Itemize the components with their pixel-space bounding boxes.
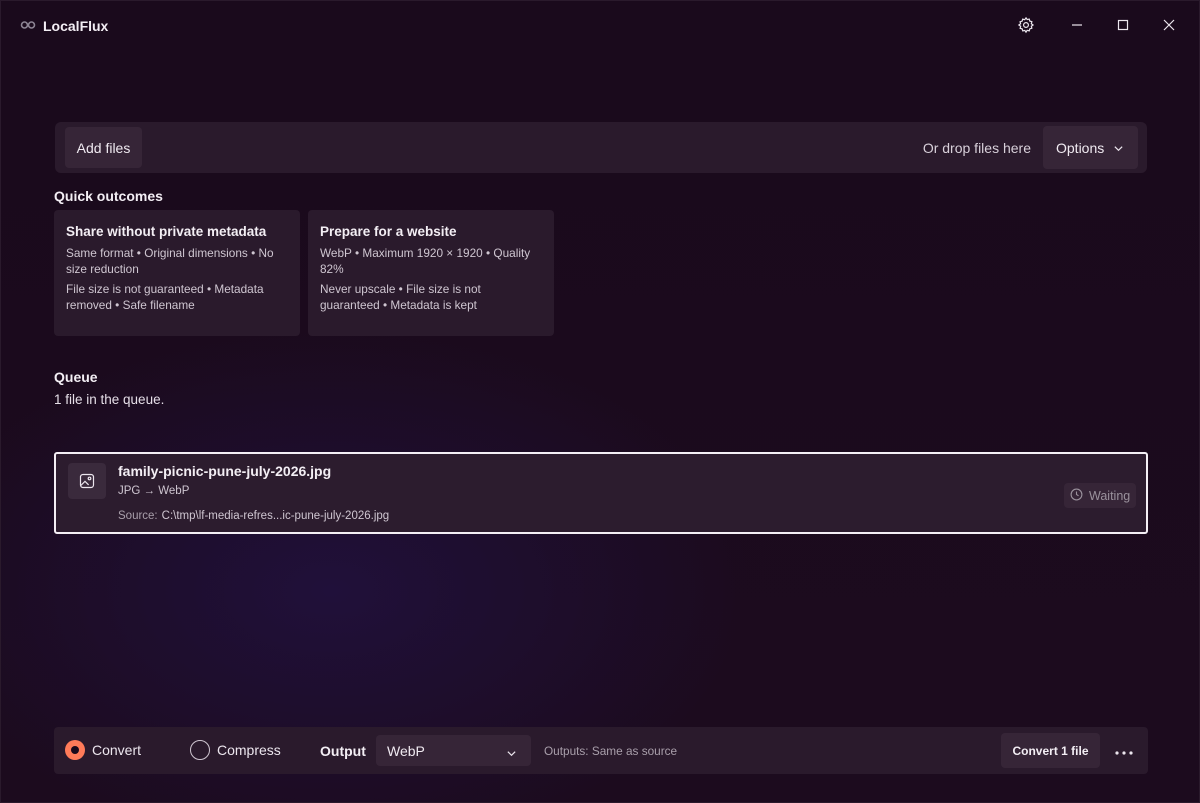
- radio-unchecked-indicator: [190, 740, 210, 760]
- close-icon: [1163, 19, 1175, 31]
- minimize-icon: [1071, 19, 1083, 31]
- output-format-value: WebP: [387, 742, 425, 759]
- image-file-icon: [68, 463, 106, 499]
- queue-item[interactable]: family-picnic-pune-july-2026.jpg JPG → W…: [54, 452, 1148, 534]
- chevron-down-icon: [1113, 141, 1124, 157]
- source-path: Source: C:\tmp\lf-media-refres...ic-pune-…: [118, 510, 389, 522]
- queue-count-text: 1 file in the queue.: [54, 392, 165, 407]
- output-format-select[interactable]: WebP: [376, 735, 531, 766]
- file-drop-toolbar[interactable]: Add files Or drop files here Options: [55, 122, 1147, 173]
- mode-convert-radio[interactable]: Convert: [65, 740, 141, 760]
- status-text: Waiting: [1089, 488, 1131, 503]
- close-button[interactable]: [1154, 11, 1184, 39]
- card-title: Share without private metadata: [66, 224, 267, 239]
- card-description: Same format • Original dimensions • No s…: [66, 246, 274, 276]
- conversion-summary: JPG → WebP: [118, 485, 190, 497]
- mode-convert-label: Convert: [92, 742, 142, 758]
- card-description: File size is not guaranteed • Metadata r…: [66, 282, 264, 312]
- settings-button[interactable]: [1011, 11, 1041, 39]
- output-label: Output: [320, 743, 366, 759]
- add-files-button[interactable]: Add files: [65, 127, 142, 168]
- chevron-down-icon: [506, 746, 517, 762]
- card-description: Never upscale • File size is not guarant…: [320, 282, 481, 312]
- options-button[interactable]: Options: [1043, 126, 1138, 169]
- quick-outcomes-heading: Quick outcomes: [54, 188, 163, 204]
- app-title: LocalFlux: [43, 18, 109, 34]
- drop-hint-text: Or drop files here: [922, 140, 1031, 156]
- ellipsis-icon: [1115, 742, 1133, 760]
- mode-compress-radio[interactable]: Compress: [190, 740, 281, 760]
- app-window: LocalFlux Add files Or drop files here O…: [0, 0, 1200, 803]
- title-bar: LocalFlux: [1, 1, 1199, 49]
- source-path-value: C:\tmp\lf-media-refres...ic-pune-july-20…: [161, 510, 390, 522]
- radio-checked-indicator: [65, 740, 85, 760]
- card-description: WebP • Maximum 1920 × 1920 • Quality 82%: [320, 246, 531, 276]
- gear-icon: [1017, 16, 1035, 34]
- bottom-action-bar: Convert Compress Output WebP Outputs: Sa…: [54, 727, 1148, 774]
- file-name: family-picnic-pune-july-2026.jpg: [118, 463, 332, 479]
- clock-icon: [1070, 488, 1089, 504]
- outputs-location-hint: Outputs: Same as source: [544, 744, 678, 758]
- more-options-button[interactable]: [1108, 735, 1140, 766]
- status-badge: Waiting: [1064, 483, 1136, 508]
- card-title: Prepare for a website: [320, 224, 457, 239]
- source-label: Source:: [118, 510, 158, 522]
- outcome-card-prepare-for-website[interactable]: Prepare for a website WebP • Maximum 192…: [308, 210, 554, 336]
- maximize-icon: [1117, 19, 1129, 31]
- queue-heading: Queue: [54, 369, 98, 385]
- maximize-button[interactable]: [1108, 11, 1138, 39]
- convert-files-button[interactable]: Convert 1 file: [1001, 733, 1100, 768]
- mode-compress-label: Compress: [217, 742, 281, 758]
- outcome-card-share-without-metadata[interactable]: Share without private metadata Same form…: [54, 210, 300, 336]
- minimize-button[interactable]: [1062, 11, 1092, 39]
- infinity-logo-icon: [20, 18, 36, 30]
- options-label: Options: [1056, 139, 1105, 156]
